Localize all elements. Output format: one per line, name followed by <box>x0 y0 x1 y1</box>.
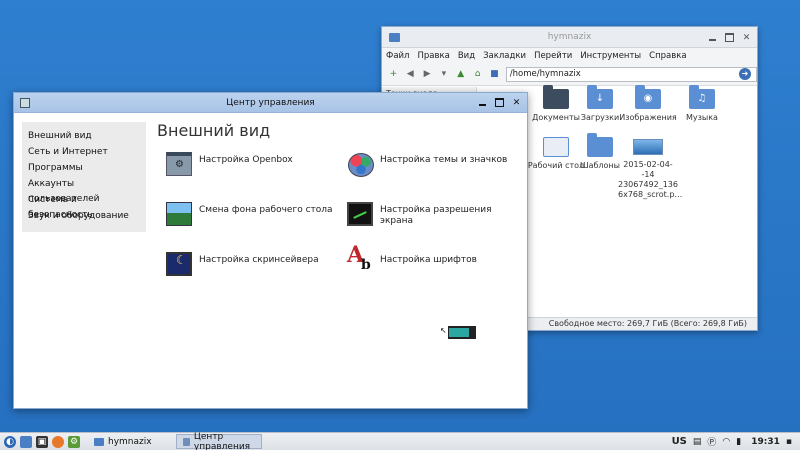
file-grid: Документы ↓ Загрузки ◉ Изображения ♫ Муз… <box>526 85 754 317</box>
nav-programs[interactable]: Программы <box>22 160 146 176</box>
screen-resolution-icon <box>347 202 373 226</box>
task-file-manager[interactable]: hymnazix <box>88 434 168 449</box>
file-name: 2015-02-04--14 23067492_136 6x768_scrot.… <box>618 160 683 199</box>
section-title: Внешний вид <box>157 121 271 140</box>
start-menu-icon[interactable]: ◐ <box>4 435 16 448</box>
system-tray: US ▤ Ⓟ ◠ ▮ 19:31 ▪ <box>672 433 800 450</box>
music-folder-icon: ♫ <box>689 85 715 109</box>
taskbar: ◐ ▣ ⚙ hymnazix Центр управления US ▤ Ⓟ ◠… <box>0 432 800 450</box>
setting-openbox[interactable]: Настройка Openbox <box>166 152 341 176</box>
file-manager-menubar: Файл Правка Вид Закладки Перейти Инструм… <box>382 48 757 64</box>
keyboard-layout[interactable]: US <box>672 436 687 447</box>
openbox-settings-icon <box>166 152 192 176</box>
desktop-folder-icon <box>543 137 569 157</box>
documents-folder-icon <box>543 85 569 109</box>
menu-bookmarks[interactable]: Закладки <box>483 51 526 61</box>
new-tab-icon[interactable]: + <box>388 69 399 80</box>
mouse-cursor-icon: ↖ <box>440 326 447 335</box>
control-center-titlebar[interactable]: Центр управления <box>14 93 527 113</box>
home-icon[interactable]: ⌂ <box>472 69 483 80</box>
setting-label: Настройка темы и значков <box>380 155 508 165</box>
folder-icon <box>94 437 104 446</box>
clock[interactable]: 19:31 <box>751 437 780 447</box>
task-control-center[interactable]: Центр управления <box>176 431 262 450</box>
close-button[interactable] <box>512 98 521 107</box>
wifi-icon[interactable]: ◠ <box>722 437 730 447</box>
downloads-folder-icon: ↓ <box>587 85 613 109</box>
setting-label: Настройка Openbox <box>199 155 293 165</box>
menu-file[interactable]: Файл <box>386 51 409 61</box>
pictures-folder-icon: ◉ <box>635 85 661 109</box>
wallpaper-icon <box>166 202 192 226</box>
control-center-title: Центр управления <box>226 97 315 108</box>
setting-fonts[interactable]: Ab Настройка шрифтов <box>347 242 522 276</box>
back-icon[interactable]: ◀ <box>405 69 416 80</box>
control-center-app-icon <box>183 437 190 446</box>
menu-edit[interactable]: Правка <box>417 51 449 61</box>
file-manager-launcher-icon[interactable] <box>20 435 32 448</box>
terminal-launcher-icon[interactable]: ▣ <box>36 435 48 448</box>
minimize-button[interactable] <box>708 33 717 42</box>
nav-appearance[interactable]: Внешний вид <box>22 128 146 144</box>
path-input[interactable]: /home/hymnazix <box>505 67 757 82</box>
file-manager-titlebar[interactable]: hymnazix <box>382 27 757 48</box>
folder-icon[interactable]: ■ <box>489 69 500 80</box>
templates-folder-icon <box>587 133 613 157</box>
nav-network[interactable]: Сеть и Интернет <box>22 144 146 160</box>
file-name: Загрузки <box>580 113 620 122</box>
menu-view[interactable]: Вид <box>458 51 475 61</box>
setting-wallpaper[interactable]: Смена фона рабочего стола <box>166 202 341 226</box>
file-item-music[interactable]: ♫ Музыка <box>672 85 732 123</box>
minimize-button[interactable] <box>478 98 487 107</box>
file-item-screenshot[interactable]: 2015-02-04--14 23067492_136 6x768_scrot.… <box>618 137 682 200</box>
setting-label: Настройка скринсейвера <box>199 255 319 265</box>
maximize-button[interactable] <box>495 98 504 107</box>
category-nav: Внешний вид Сеть и Интернет Программы Ак… <box>22 122 146 232</box>
up-icon[interactable]: ▲ <box>455 69 466 80</box>
forward-icon[interactable]: ▶ <box>422 69 433 80</box>
battery-icon[interactable]: ▮ <box>736 437 741 447</box>
theme-icons-icon <box>347 152 374 177</box>
file-name: Изображения <box>619 113 677 122</box>
notes-icon[interactable]: ▤ <box>693 437 702 447</box>
menu-tools[interactable]: Инструменты <box>580 51 641 61</box>
fonts-icon: Ab <box>347 242 371 273</box>
file-item-pictures[interactable]: ◉ Изображения <box>618 85 678 123</box>
setting-screen-resolution[interactable]: Настройка разрешения экрана <box>347 202 507 227</box>
battery-indicator-icon <box>448 326 476 339</box>
setting-screensaver[interactable]: Настройка скринсейвера <box>166 252 341 276</box>
setting-label: Настройка разрешения экрана <box>380 205 492 226</box>
setting-label: Смена фона рабочего стола <box>199 205 333 215</box>
menu-help[interactable]: Справка <box>649 51 686 61</box>
setting-theme-icons[interactable]: Настройка темы и значков <box>347 152 522 177</box>
history-dropdown-icon[interactable]: ▾ <box>438 69 449 80</box>
nav-sound-hardware[interactable]: Звук и оборудование <box>22 208 146 224</box>
close-button[interactable] <box>742 33 751 42</box>
maximize-button[interactable] <box>725 32 734 42</box>
package-icon[interactable]: Ⓟ <box>707 435 716 448</box>
image-file-icon <box>633 139 663 155</box>
go-icon[interactable]: ➜ <box>739 68 751 80</box>
task-label: Центр управления <box>193 431 251 450</box>
nav-user-accounts[interactable]: Аккаунты пользователей <box>22 176 146 204</box>
task-label: hymnazix <box>108 436 152 447</box>
show-desktop-icon[interactable]: ▪ <box>786 437 792 447</box>
settings-launcher-icon[interactable]: ⚙ <box>68 435 80 448</box>
file-name: Шаблоны <box>580 161 620 170</box>
firefox-launcher-icon[interactable] <box>52 435 64 448</box>
file-manager-toolbar: + ◀ ▶ ▾ ▲ ⌂ ■ /home/hymnazix <box>382 64 757 86</box>
screensaver-icon <box>166 252 192 276</box>
file-name: Музыка <box>686 113 718 122</box>
menu-go[interactable]: Перейти <box>534 51 572 61</box>
setting-label: Настройка шрифтов <box>380 255 477 265</box>
file-manager-title: hymnazix <box>547 32 592 42</box>
control-center-window[interactable]: Центр управления Внешний вид Сеть и Инте… <box>13 92 528 409</box>
